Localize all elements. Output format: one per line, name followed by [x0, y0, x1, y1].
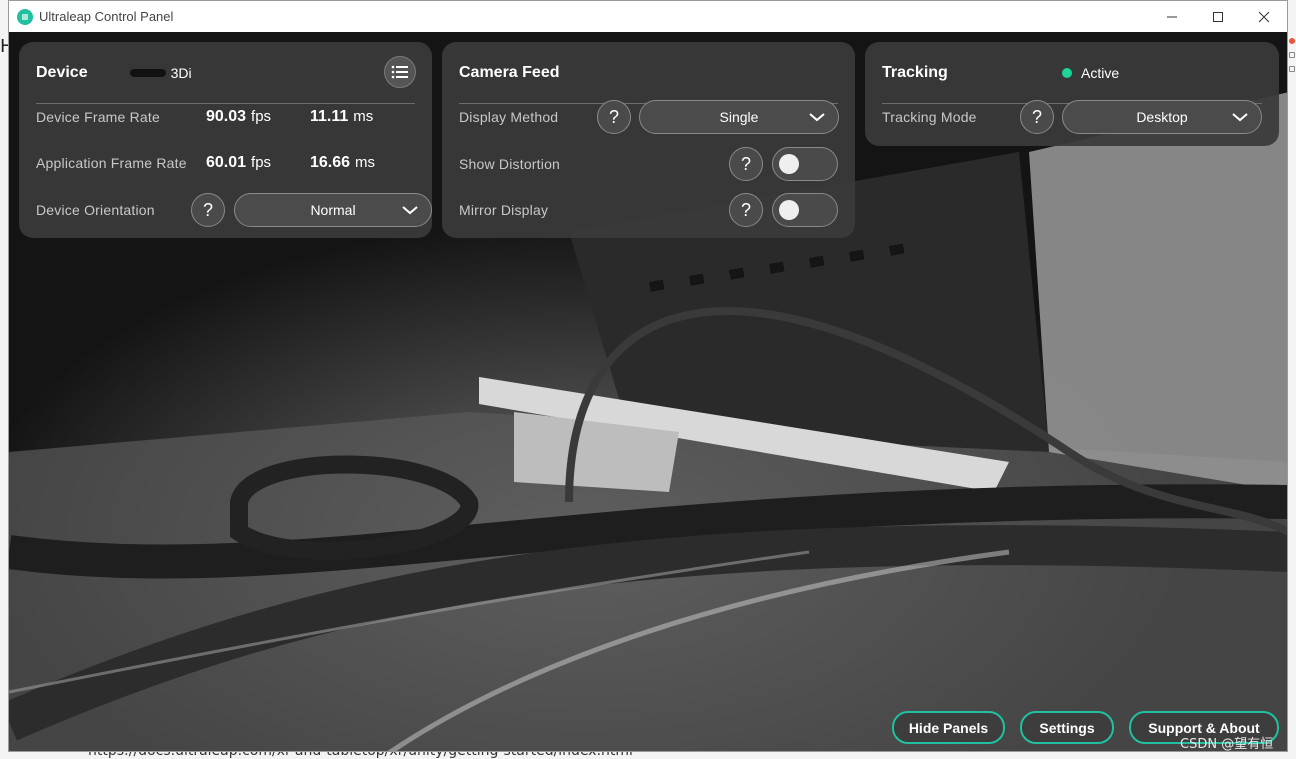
tracking-mode-row: Tracking Mode ? Desktop	[882, 100, 1262, 134]
window-title: Ultraleap Control Panel	[39, 9, 174, 24]
maximize-button[interactable]	[1195, 1, 1241, 32]
camera-feed-panel-header: Camera Feed	[459, 42, 838, 104]
mirror-display-toggle[interactable]	[772, 193, 838, 227]
chevron-down-icon	[402, 206, 418, 215]
background-right-strip	[1288, 30, 1296, 150]
minimize-icon	[1167, 16, 1177, 17]
camera-feed-panel: Camera Feed Display Method ? Single Show…	[442, 42, 855, 238]
app-frame-rate-ms: 16.66 ms	[310, 154, 376, 171]
tracking-mode-value: Desktop	[1136, 109, 1188, 125]
ultraleap-logo-icon	[17, 8, 33, 25]
show-distortion-label: Show Distortion	[459, 156, 561, 172]
tracking-panel: Tracking Active Tracking Mode ? Desktop	[865, 42, 1279, 146]
display-method-value: Single	[719, 109, 759, 125]
tracking-status-dot	[1062, 67, 1072, 78]
device-panel: Device 3Di Device Frame Rate 90.03 fps 11…	[19, 42, 432, 238]
device-name: 3Di	[170, 64, 192, 81]
background-square-icon	[1289, 52, 1295, 58]
display-method-row: Display Method ? Single	[459, 100, 839, 134]
hide-panels-button[interactable]: Hide Panels	[892, 711, 1005, 744]
app-window: Ultraleap Control Panel Device 3Di Devic…	[8, 0, 1288, 752]
show-distortion-toggle[interactable]	[772, 147, 838, 181]
device-panel-header: Device 3Di	[36, 42, 416, 104]
device-orientation-value: Normal	[310, 202, 356, 218]
display-method-label: Display Method	[459, 109, 559, 125]
device-frame-rate-label: Device Frame Rate	[36, 109, 160, 125]
background-square-icon	[1289, 66, 1295, 72]
mirror-display-label: Mirror Display	[459, 202, 549, 218]
device-frame-rate-fps: 90.03 fps	[206, 108, 272, 125]
app-frame-rate-label: Application Frame Rate	[36, 155, 187, 171]
tracking-status-text: Active	[1081, 64, 1120, 81]
settings-button[interactable]: Settings	[1020, 711, 1114, 744]
chevron-down-icon	[809, 113, 825, 122]
device-orientation-help-button[interactable]: ?	[191, 193, 225, 227]
device-menu-button[interactable]	[384, 56, 416, 88]
app-frame-rate-row: Application Frame Rate 60.01 fps 16.66 ms	[36, 146, 415, 180]
show-distortion-row: Show Distortion ?	[459, 147, 838, 181]
mirror-display-row: Mirror Display ?	[459, 193, 838, 227]
device-icon	[129, 68, 166, 77]
list-menu-icon	[391, 65, 408, 79]
toggle-knob	[779, 200, 799, 220]
minimize-button[interactable]	[1149, 1, 1195, 32]
display-method-help-button[interactable]: ?	[597, 100, 631, 134]
background-glyph: H	[0, 36, 14, 57]
app-frame-rate-fps: 60.01 fps	[206, 154, 272, 171]
tracking-panel-title: Tracking	[882, 63, 948, 81]
display-method-dropdown[interactable]: Single	[639, 100, 839, 134]
show-distortion-help-button[interactable]: ?	[729, 147, 763, 181]
background-notification-icon	[1289, 38, 1295, 44]
mirror-display-help-button[interactable]: ?	[729, 193, 763, 227]
maximize-icon	[1213, 11, 1223, 22]
chevron-down-icon	[1232, 113, 1248, 122]
device-orientation-label: Device Orientation	[36, 202, 155, 218]
tracking-mode-label: Tracking Mode	[882, 109, 977, 125]
camera-feed-panel-title: Camera Feed	[459, 63, 560, 81]
device-orientation-row: Device Orientation ? Normal	[36, 193, 432, 227]
close-button[interactable]	[1241, 1, 1287, 32]
device-panel-title: Device	[36, 63, 88, 81]
tracking-mode-dropdown[interactable]: Desktop	[1062, 100, 1262, 134]
device-orientation-dropdown[interactable]: Normal	[234, 193, 432, 227]
csdn-watermark: CSDN @望有恒	[1180, 737, 1274, 752]
tracking-panel-header: Tracking Active	[882, 42, 1262, 104]
device-frame-rate-row: Device Frame Rate 90.03 fps 11.11 ms	[36, 100, 415, 134]
tracking-mode-help-button[interactable]: ?	[1020, 100, 1054, 134]
close-icon	[1258, 11, 1270, 22]
title-bar[interactable]: Ultraleap Control Panel	[9, 1, 1287, 32]
device-frame-rate-ms: 11.11 ms	[310, 108, 374, 125]
toggle-knob	[779, 154, 799, 174]
